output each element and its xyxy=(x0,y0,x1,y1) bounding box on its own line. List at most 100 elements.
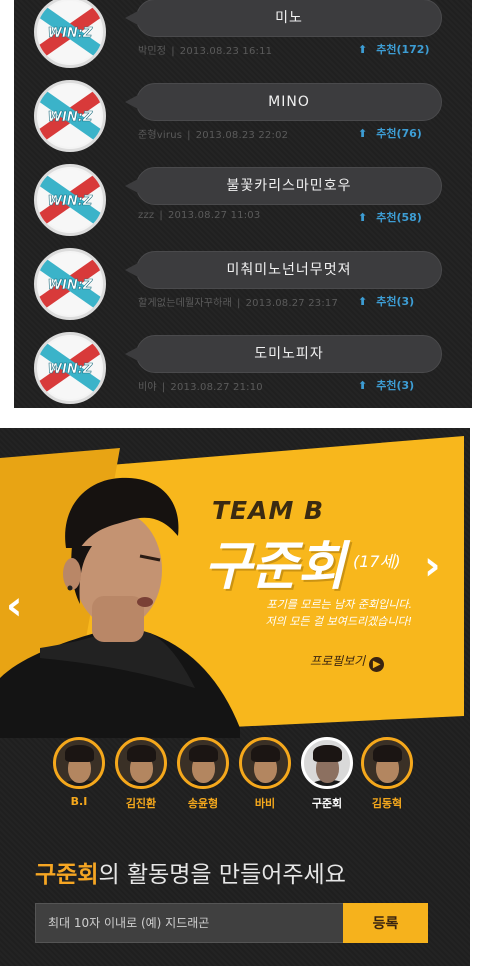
comment-author: zzz xyxy=(138,210,155,221)
member-name: 구준회 xyxy=(311,797,343,810)
recommend-count: 추천(3) xyxy=(376,295,415,308)
recommend-button[interactable]: ⬆ 추천(58) xyxy=(358,209,422,225)
recommend-count: 추천(58) xyxy=(376,211,422,224)
avatar: WIN:Z xyxy=(34,332,106,404)
member-age: (17세) xyxy=(353,552,401,571)
member-avatar xyxy=(177,737,229,789)
profile-link[interactable]: 프로필보기 ▶ xyxy=(310,652,385,672)
winz-badge-icon: WIN:Z xyxy=(37,85,103,147)
comment-meta: 준형virus | 2013.08.23 22:02 xyxy=(138,126,288,141)
comment-item: WIN:Z 도미노피자비야 | 2013.08.27 21:10 ⬆ 추천(3) xyxy=(14,332,472,408)
comment-bubble[interactable]: 불꽃카리스마민호우 xyxy=(125,167,442,205)
member-thumb-item[interactable]: 송윤형 xyxy=(175,737,231,811)
avatar-hair xyxy=(251,745,280,762)
promo-panel: TEAM B 구준회 (17세) 포기를 모르는 남자 준회입니다. 저의 모든… xyxy=(0,428,470,966)
meta-separator: | xyxy=(187,130,191,141)
play-circle-icon: ▶ xyxy=(369,657,385,672)
comment-bubble[interactable]: 미춰미노넌너무멋져 xyxy=(125,251,442,289)
comment-item: WIN:Z 미춰미노넌너무멋져할게없는데뭘자꾸하래 | 2013.08.27 23:1… xyxy=(14,248,472,332)
recommend-button[interactable]: ⬆ 추천(3) xyxy=(358,293,414,309)
avatar: WIN:Z xyxy=(34,164,106,236)
tagline-line-2: 저의 모든 걸 보여드리겠습니다! xyxy=(265,615,412,628)
up-arrow-icon: ⬆ xyxy=(358,127,368,140)
avatar: WIN:Z xyxy=(34,0,106,68)
up-arrow-icon: ⬆ xyxy=(358,295,368,308)
chevron-right-icon[interactable]: › xyxy=(424,546,440,586)
comment-date: 2013.08.27 23:17 xyxy=(245,298,339,309)
comment-meta: 박민정 | 2013.08.23 16:11 xyxy=(138,42,272,57)
svg-text:WIN:Z: WIN:Z xyxy=(48,362,93,377)
avatar-hair xyxy=(65,745,94,762)
winz-badge-icon: WIN:Z xyxy=(37,1,103,63)
recommend-count: 추천(172) xyxy=(376,43,430,56)
meta-separator: | xyxy=(171,46,175,57)
meta-separator: | xyxy=(237,298,241,309)
up-arrow-icon: ⬆ xyxy=(358,211,368,224)
member-name: 김동혁 xyxy=(371,797,403,810)
winz-badge-icon: WIN:Z xyxy=(37,253,103,315)
member-name-title: 구준회 xyxy=(204,537,346,597)
svg-text:WIN:Z: WIN:Z xyxy=(48,110,93,125)
recommend-button[interactable]: ⬆ 추천(3) xyxy=(358,377,414,393)
comment-date: 2013.08.27 21:10 xyxy=(170,382,263,393)
page: WIN:Z 미노 박민정 | 2013.08.23 16:11 ⬆ 추천(172) WIN:Z… xyxy=(0,0,483,966)
team-label: TEAM B xyxy=(212,496,325,525)
comment-meta: zzz | 2013.08.27 11:03 xyxy=(138,210,260,221)
member-avatar xyxy=(239,737,291,789)
comment-bubble[interactable]: MINO xyxy=(125,83,442,121)
profile-link-label: 프로필보기 xyxy=(310,654,366,668)
avatar-hair xyxy=(313,745,342,762)
comment-bubble[interactable]: 미노 xyxy=(125,0,442,37)
member-name: 바비 xyxy=(254,797,276,810)
comment-author: 비야 xyxy=(138,382,157,393)
member-thumb-item[interactable]: 김동혁 xyxy=(359,737,415,811)
tagline-line-1: 포기를 모르는 남자 준회입니다. xyxy=(266,598,412,611)
meta-separator: | xyxy=(159,210,163,221)
nickname-input[interactable] xyxy=(35,903,343,943)
member-name: B.I xyxy=(70,795,88,808)
avatar-hair xyxy=(373,745,402,762)
member-thumb-item[interactable]: B.I xyxy=(51,737,107,808)
headline-member-name: 구준회 xyxy=(35,862,99,888)
member-thumb-item[interactable]: 바비 xyxy=(237,737,293,811)
up-arrow-icon: ⬆ xyxy=(358,43,368,56)
avatar: WIN:Z xyxy=(34,248,106,320)
comment-meta: 비야 | 2013.08.27 21:10 xyxy=(138,378,263,393)
avatar: WIN:Z xyxy=(34,80,106,152)
chevron-left-icon[interactable]: ‹ xyxy=(6,586,22,626)
nickname-headline: 구준회의 활동명을 만들어주세요 xyxy=(35,855,346,889)
comment-item: WIN:Z 불꽃카리스마민호우 zzz | 2013.08.27 11:03 ⬆ 추천(58… xyxy=(14,164,472,248)
comment-author: 할게없는데뭘자꾸하래 xyxy=(138,298,232,309)
svg-text:WIN:Z: WIN:Z xyxy=(48,194,93,209)
svg-text:WIN:Z: WIN:Z xyxy=(48,26,93,41)
svg-text:WIN:Z: WIN:Z xyxy=(48,278,93,293)
recommend-count: 추천(76) xyxy=(376,127,422,140)
member-name: 김진환 xyxy=(125,797,157,810)
recommend-button[interactable]: ⬆ 추천(76) xyxy=(358,125,422,141)
comment-date: 2013.08.23 22:02 xyxy=(195,130,289,141)
recommend-button[interactable]: ⬆ 추천(172) xyxy=(358,41,429,57)
submit-button[interactable]: 등록 xyxy=(343,903,428,943)
member-thumb-item[interactable]: 김진환 xyxy=(113,737,169,811)
comment-item: WIN:Z MINO 준형virus | 2013.08.23 22:02 ⬆ 추천(76) xyxy=(14,80,472,164)
comment-bubble[interactable]: 도미노피자 xyxy=(125,335,442,373)
up-arrow-icon: ⬆ xyxy=(358,379,368,392)
member-avatar xyxy=(301,737,353,789)
comment-meta: 할게없는데뭘자꾸하래 | 2013.08.27 23:17 xyxy=(138,294,338,309)
member-thumb-item[interactable]: 구준회 xyxy=(299,737,355,811)
member-name: 송윤형 xyxy=(187,797,219,810)
comment-author: 박민정 xyxy=(138,46,167,57)
member-avatar xyxy=(361,737,413,789)
recommend-count: 추천(3) xyxy=(376,379,415,392)
member-banner: TEAM B 구준회 (17세) 포기를 모르는 남자 준회입니다. 저의 모든… xyxy=(0,428,470,738)
member-avatar xyxy=(115,737,167,789)
winz-badge-icon: WIN:Z xyxy=(37,169,103,231)
avatar-hair xyxy=(189,745,218,762)
meta-separator: | xyxy=(161,382,166,393)
member-avatar xyxy=(53,737,105,789)
avatar-hair xyxy=(127,745,156,762)
comment-date: 2013.08.27 11:03 xyxy=(167,210,261,221)
comment-author: 준형virus xyxy=(138,130,183,141)
comment-list: WIN:Z 미노 박민정 | 2013.08.23 16:11 ⬆ 추천(172) WIN:Z… xyxy=(14,0,472,408)
winz-badge-icon: WIN:Z xyxy=(37,337,103,399)
